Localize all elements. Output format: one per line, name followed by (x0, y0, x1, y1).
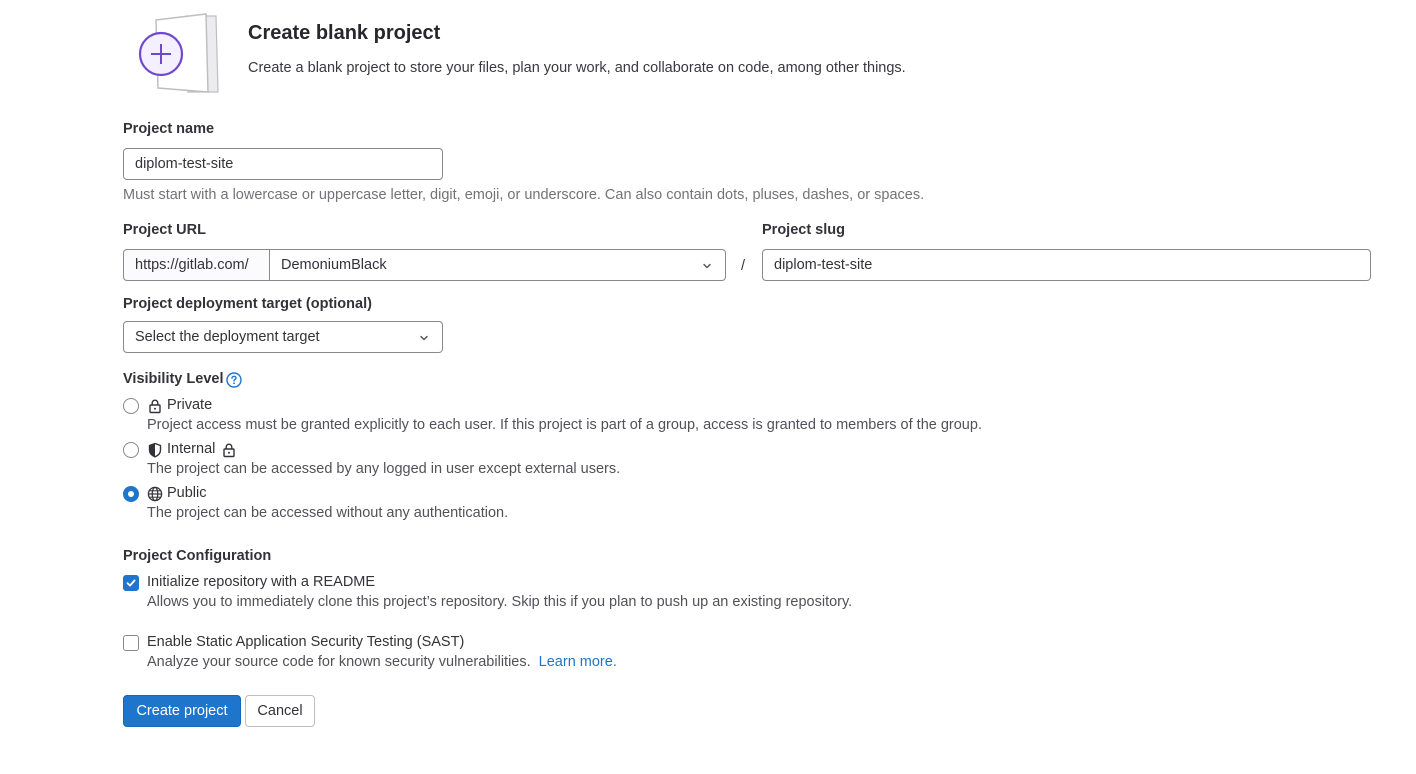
project-slug-label: Project slug (762, 222, 845, 238)
project-slug-input[interactable]: diplom-test-site (762, 249, 1371, 281)
project-url-prefix: https://gitlab.com/ (123, 249, 270, 281)
learn-more-link[interactable]: Learn more. (539, 654, 617, 670)
project-name-help: Must start with a lowercase or uppercase… (123, 187, 925, 203)
checkmark-icon (126, 579, 136, 587)
visibility-public-radio[interactable] (123, 486, 139, 502)
sast-description-row: Analyze your source code for known secur… (147, 654, 617, 670)
chevron-down-icon (703, 263, 711, 269)
readme-label[interactable]: Initialize repository with a README (147, 574, 375, 590)
project-url-label: Project URL (123, 222, 206, 238)
page-description: Create a blank project to store your fil… (248, 60, 906, 76)
lock-icon (149, 399, 161, 414)
sast-checkbox[interactable] (123, 635, 139, 651)
visibility-private-label: Private (167, 397, 213, 413)
url-separator: / (741, 258, 746, 274)
globe-icon (147, 486, 163, 502)
project-configuration-label: Project Configuration (123, 548, 272, 564)
lock-icon (223, 443, 235, 458)
visibility-private-description: Project access must be granted explicitl… (147, 417, 982, 433)
project-name-input[interactable]: diplom-test-site (123, 148, 443, 180)
page-title: Create blank project (248, 22, 441, 44)
sast-label[interactable]: Enable Static Application Security Testi… (147, 634, 464, 650)
blank-project-illustration (136, 12, 222, 96)
readme-checkbox[interactable] (123, 575, 139, 591)
chevron-down-icon (420, 335, 428, 341)
visibility-internal-label: Internal (167, 441, 216, 457)
shield-icon (148, 442, 162, 458)
deployment-target-placeholder: Select the deployment target (135, 329, 320, 345)
question-circle-icon[interactable] (226, 372, 242, 388)
cancel-button[interactable]: Cancel (245, 695, 315, 727)
namespace-value: DemoniumBlack (281, 257, 387, 273)
readme-description: Allows you to immediately clone this pro… (147, 594, 853, 610)
project-name-label: Project name (123, 121, 215, 137)
sast-description: Analyze your source code for known secur… (147, 654, 531, 670)
visibility-public-description: The project can be accessed without any … (147, 505, 509, 521)
visibility-level-label: Visibility Level (123, 371, 224, 387)
visibility-private-radio[interactable] (123, 398, 139, 414)
visibility-internal-radio[interactable] (123, 442, 139, 458)
deployment-target-select[interactable]: Select the deployment target (123, 321, 443, 353)
namespace-select[interactable]: DemoniumBlack (269, 249, 726, 281)
visibility-internal-description: The project can be accessed by any logge… (147, 461, 621, 477)
visibility-public-label: Public (167, 485, 207, 501)
create-project-button[interactable]: Create project (123, 695, 241, 727)
deployment-target-label: Project deployment target (optional) (123, 296, 372, 312)
